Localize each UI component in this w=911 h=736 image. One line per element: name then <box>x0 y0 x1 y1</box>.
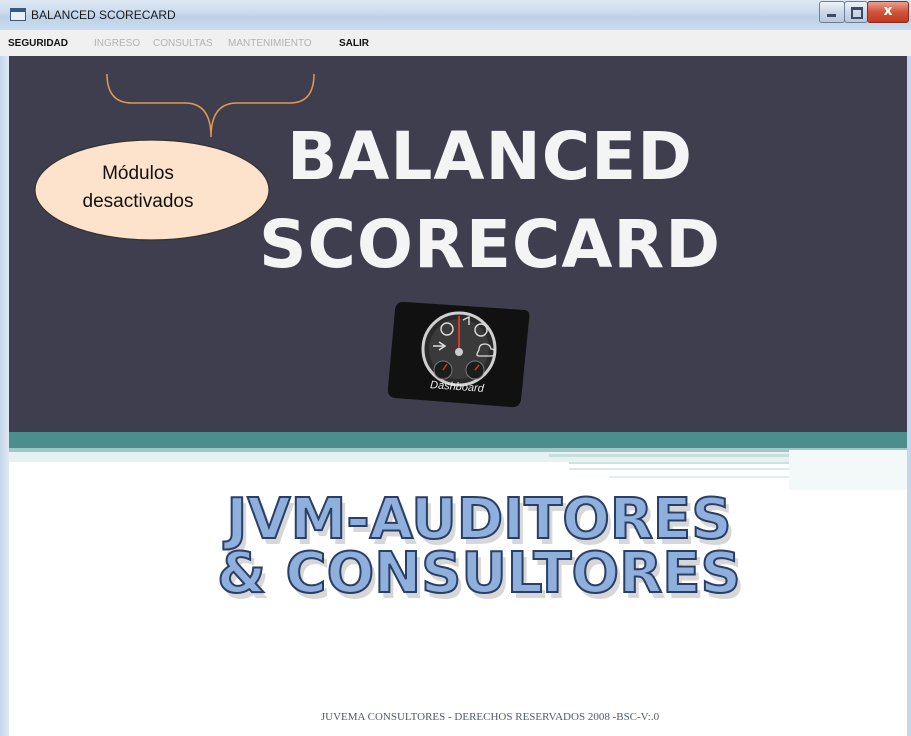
callout-label: Módulos desactivados <box>38 160 238 216</box>
logo-line-2: & CONSULTORES <box>217 541 741 605</box>
window-frame-right <box>907 56 911 736</box>
window-frame-left <box>0 56 9 736</box>
teal-band <box>9 432 907 448</box>
hero-title-line-1: BALANCED <box>286 118 694 195</box>
close-icon: x <box>883 3 893 19</box>
maximize-button[interactable] <box>844 1 868 23</box>
maximize-icon <box>851 7 863 19</box>
menu-seguridad[interactable]: SEGURIDAD <box>8 38 68 49</box>
menu-bar: SEGURIDAD INGRESO CONSULTAS MANTENIMIENT… <box>0 30 911 57</box>
menu-salir[interactable]: SALIR <box>339 38 369 49</box>
menu-consultas[interactable]: CONSULTAS <box>153 38 213 49</box>
window-title: BALANCED SCORECARD <box>31 8 176 22</box>
footer-copyright: JUVEMA CONSULTORES - DERECHOS RESERVADOS… <box>320 711 660 723</box>
close-button[interactable]: x <box>867 1 909 23</box>
company-logo: JVM-AUDITORES JVM-AUDITORES & CONSULTORE… <box>216 486 745 605</box>
minimize-button[interactable] <box>819 1 845 23</box>
callout-line-2: desactivados <box>82 191 194 212</box>
menu-mantenimiento[interactable]: MANTENIMIENTO <box>228 38 312 49</box>
hero-title-line-2: SCORECARD <box>258 206 722 283</box>
menu-ingreso[interactable]: INGRESO <box>94 38 140 49</box>
callout-line-1: Módulos <box>102 163 174 184</box>
title-bar: BALANCED SCORECARD x <box>0 0 911 31</box>
app-icon[interactable] <box>10 8 26 21</box>
minimize-icon <box>827 14 836 17</box>
